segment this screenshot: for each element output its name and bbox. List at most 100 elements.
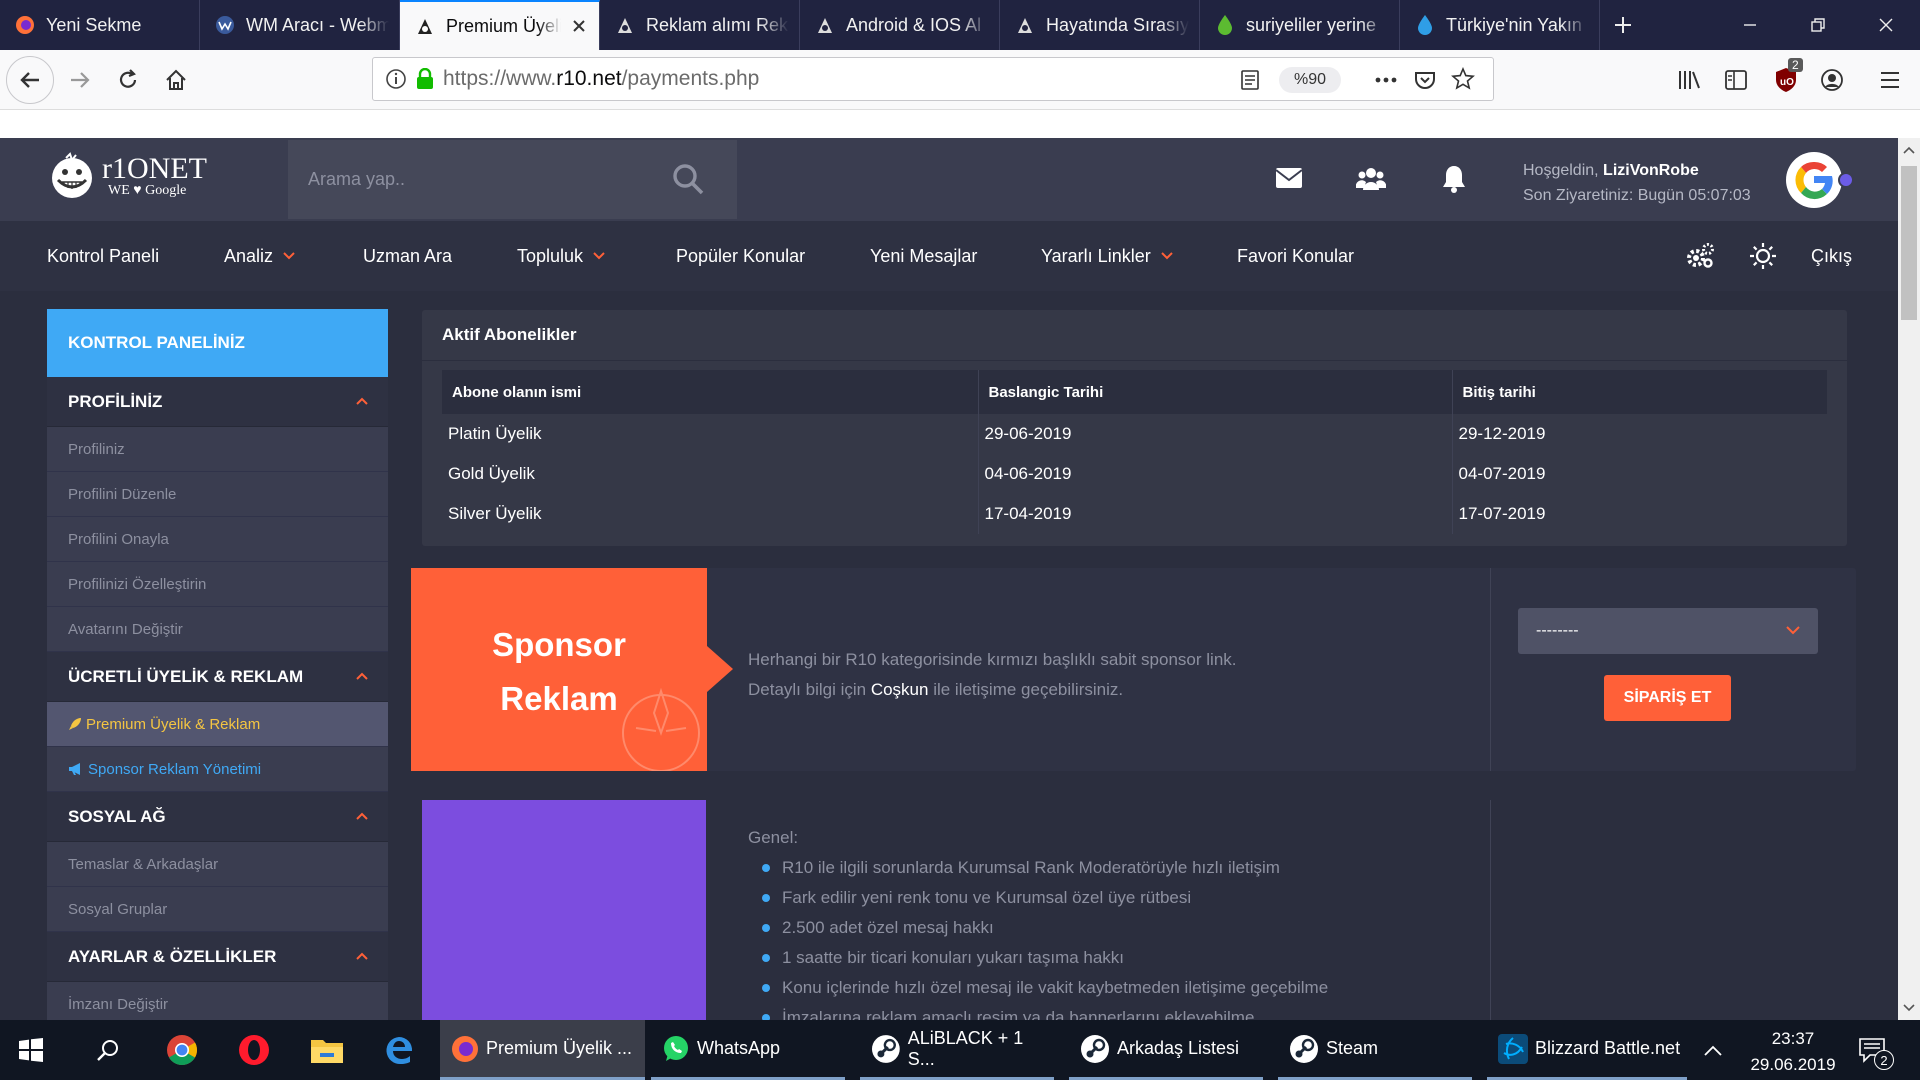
sponsor-title-line2: Reklam	[500, 680, 618, 717]
search-icon[interactable]	[671, 162, 705, 196]
taskbar-app-steam-friends[interactable]: Arkadaş Listesi	[1069, 1020, 1263, 1080]
nav-analiz[interactable]: Analiz	[224, 221, 295, 291]
scroll-up-icon[interactable]	[1903, 146, 1915, 154]
site-logo[interactable]: r1ONET WE ♥ Google	[48, 152, 207, 200]
close-icon[interactable]	[569, 16, 589, 36]
tab-suriyeliler[interactable]: suriyeliler yerine	[1200, 0, 1400, 50]
tab-reklam-alimi[interactable]: Reklam alımı Rekl	[600, 0, 800, 50]
taskbar-chrome[interactable]	[166, 1020, 198, 1080]
taskbar-file-explorer[interactable]	[310, 1020, 344, 1080]
taskbar-app-whatsapp[interactable]: WhatsApp	[651, 1020, 845, 1080]
steam-icon	[1081, 1034, 1109, 1063]
menu-button[interactable]	[1872, 62, 1908, 98]
sidebar-item-profil-ozellestir[interactable]: Profilinizi Özelleştirin	[47, 562, 388, 607]
back-button[interactable]	[6, 56, 54, 104]
sidebar-item-sponsor-reklam[interactable]: Sponsor Reklam Yönetimi	[47, 747, 388, 792]
nav-kontrol-paneli[interactable]: Kontrol Paneli	[47, 221, 159, 291]
nav-yararli-linkler[interactable]: Yararlı Linkler	[1041, 221, 1173, 291]
taskbar-opera[interactable]	[238, 1020, 270, 1080]
nav-label: Popüler Konular	[676, 245, 806, 266]
welcome-prefix: Hoşgeldin,	[1523, 162, 1604, 179]
sidebar-item-profilini-duzenle[interactable]: Profilini Düzenle	[47, 472, 388, 517]
logout-link[interactable]: Çıkış	[1811, 221, 1852, 291]
tab-yeni-sekme[interactable]: Yeni Sekme	[0, 0, 200, 50]
sidebar-section-ucretli-uyelik[interactable]: ÜCRETLİ ÜYELİK & REKLAM	[47, 652, 388, 702]
account-button[interactable]	[1814, 62, 1850, 98]
zoom-level[interactable]: %90	[1279, 67, 1341, 93]
contact-link[interactable]: Coşkun	[871, 680, 929, 699]
library-button[interactable]	[1672, 62, 1708, 98]
taskbar-edge[interactable]	[384, 1020, 414, 1080]
site-header: r1ONET WE ♥ Google Arama yap.. Hoşgeldin…	[0, 138, 1898, 221]
sidebar-item-premium-uyelik[interactable]: Premium Üyelik & Reklam	[47, 702, 388, 747]
reload-button[interactable]	[110, 62, 146, 98]
list-item: İmzalarına reklam amaçlı resim ya da ban…	[761, 1003, 1328, 1020]
nav-favori-konular[interactable]: Favori Konular	[1237, 221, 1354, 291]
start-button[interactable]	[18, 1020, 44, 1080]
scroll-down-icon[interactable]	[1903, 1004, 1915, 1012]
url-text[interactable]: https://www.r10.net/payments.php	[443, 67, 759, 91]
url-bar[interactable]: https://www.r10.net/payments.php %90	[372, 57, 1494, 101]
taskbar-app-battlenet[interactable]: Blizzard Battle.net	[1487, 1020, 1687, 1080]
action-center-button[interactable]: 2	[1858, 1020, 1894, 1080]
tab-wm-araci[interactable]: WM Aracı - Webm	[200, 0, 400, 50]
settings-button[interactable]	[1685, 221, 1715, 291]
ublock-button[interactable]: uO 2	[1766, 58, 1806, 100]
nav-populer-konular[interactable]: Popüler Konular	[676, 221, 805, 291]
new-tab-button[interactable]	[1600, 0, 1646, 50]
restore-button[interactable]	[1784, 0, 1852, 50]
minimize-button[interactable]	[1716, 0, 1784, 50]
tab-premium-uyelik[interactable]: Premium Üyelik	[400, 0, 600, 50]
avatar[interactable]	[1786, 152, 1842, 208]
order-button[interactable]: SİPARİŞ ET	[1604, 675, 1731, 721]
pocket-icon[interactable]	[1413, 68, 1437, 92]
taskbar-search-button[interactable]	[96, 1020, 120, 1080]
home-button[interactable]	[158, 62, 194, 98]
reader-view-icon[interactable]	[1239, 69, 1261, 91]
site-search-input[interactable]: Arama yap..	[288, 140, 737, 219]
ublock-badge: 2	[1788, 58, 1803, 72]
sidebar-section-ayarlar[interactable]: AYARLAR & ÖZELLİKLER	[47, 932, 388, 982]
search-placeholder: Arama yap..	[308, 169, 406, 189]
close-window-button[interactable]	[1852, 0, 1920, 50]
sidebar-item-temaslar[interactable]: Temaslar & Arkadaşlar	[47, 842, 388, 887]
sidebar-item-avatar-degistir[interactable]: Avatarını Değiştir	[47, 607, 388, 652]
tab-hayatinda[interactable]: Hayatında Sırasıyl	[1000, 0, 1200, 50]
system-clock[interactable]: 23:37 29.06.2019	[1733, 1026, 1853, 1078]
reload-icon	[119, 69, 137, 88]
tab-android-ios[interactable]: Android & IOS Al	[800, 0, 1000, 50]
mail-icon[interactable]	[1275, 166, 1303, 190]
community-icon[interactable]	[1356, 166, 1386, 192]
nav-topluluk[interactable]: Topluluk	[517, 221, 605, 291]
sidebar-item-profilini-onayla[interactable]: Profilini Onayla	[47, 517, 388, 562]
scrollbar-thumb[interactable]	[1901, 166, 1917, 320]
sidebar-toggle-button[interactable]	[1718, 62, 1754, 98]
taskbar-app-firefox[interactable]: Premium Üyelik ...	[440, 1020, 645, 1080]
sidebar-item-imza-degistir[interactable]: İmzanı Değiştir	[47, 982, 388, 1020]
sidebar-item-sosyal-gruplar[interactable]: Sosyal Gruplar	[47, 887, 388, 932]
bell-icon[interactable]	[1441, 164, 1467, 194]
table-row: Gold Üyelik 04-06-2019 04-07-2019	[442, 454, 1827, 494]
nav-yeni-mesajlar[interactable]: Yeni Mesajlar	[870, 221, 977, 291]
nav-label: Analiz	[224, 245, 274, 266]
taskbar-app-steam[interactable]: Steam	[1278, 1020, 1472, 1080]
username[interactable]: LiziVonRobe	[1603, 162, 1699, 179]
sidebar-item-profiliniz[interactable]: Profiliniz	[47, 427, 388, 472]
taskbar-app-steam-chat[interactable]: ALiBLACK + 1 S...	[860, 1020, 1054, 1080]
show-hidden-icons-button[interactable]	[1704, 1020, 1722, 1080]
sidebar-section-sosyal-ag[interactable]: SOSYAL AĞ	[47, 792, 388, 842]
page-scrollbar[interactable]	[1898, 138, 1920, 1020]
sidebar-section-profiliniz[interactable]: PROFİLİNİZ	[47, 377, 388, 427]
sponsor-category-select[interactable]: --------	[1518, 608, 1818, 654]
more-icon[interactable]	[1373, 70, 1399, 90]
list-item: R10 ile ilgili sorunlarda Kurumsal Rank …	[761, 853, 1328, 883]
nav-uzman-ara[interactable]: Uzman Ara	[363, 221, 452, 291]
bookmark-star-icon[interactable]	[1451, 67, 1475, 91]
theme-toggle-button[interactable]	[1748, 221, 1778, 291]
taskbar-app-label: WhatsApp	[697, 1038, 781, 1058]
column-header: Bitiş tarihi	[1451, 370, 1827, 414]
search-icon	[97, 1040, 118, 1061]
tab-turkiyenin[interactable]: Türkiye'nin Yakın	[1400, 0, 1600, 50]
forward-button[interactable]	[62, 62, 98, 98]
info-icon[interactable]	[385, 68, 407, 90]
